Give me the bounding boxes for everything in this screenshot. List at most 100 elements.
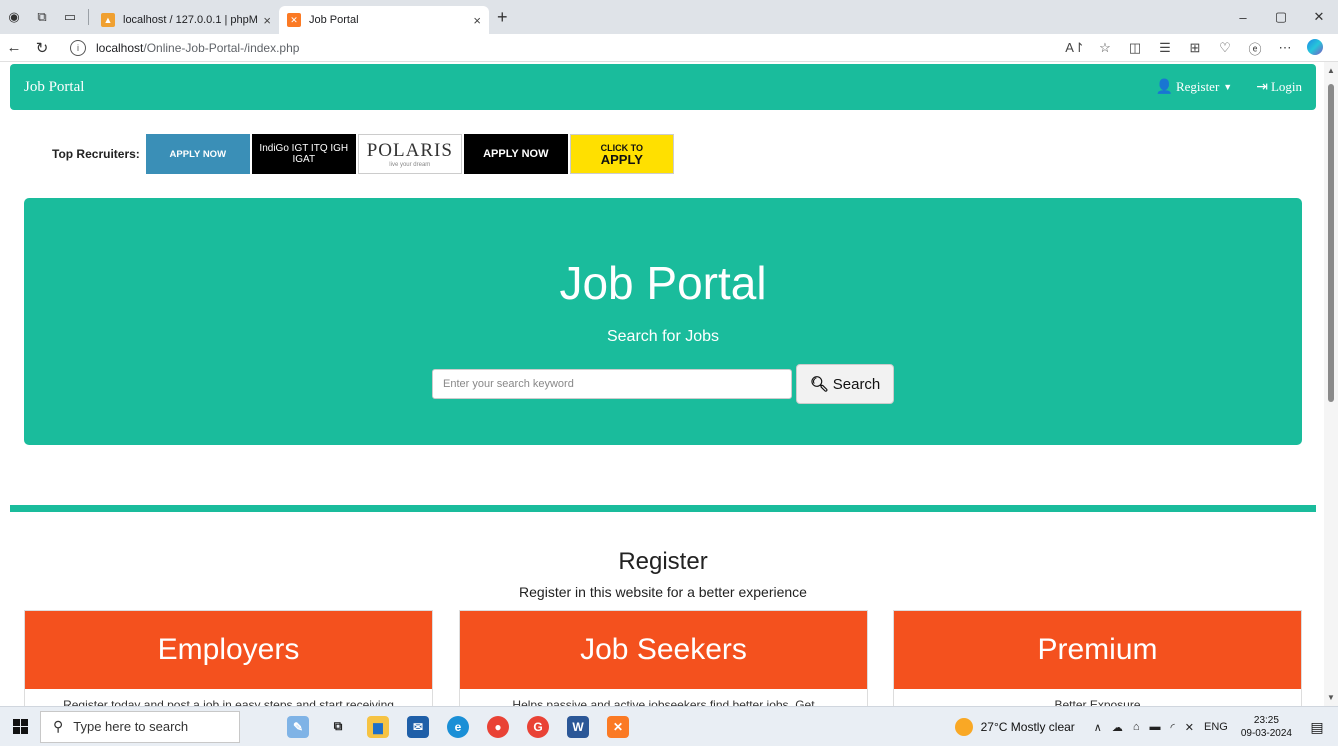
hero-title: Job Portal: [559, 257, 767, 309]
card-heading: Employers: [25, 611, 432, 689]
weather-text: 27°C Mostly clear: [980, 720, 1075, 734]
recruiter-ad-1[interactable]: APPLY NOW: [145, 134, 250, 174]
card-heading: Premium: [894, 611, 1301, 689]
tab-close-icon[interactable]: ×: [473, 13, 481, 28]
notification-icon[interactable]: ▤: [1304, 719, 1330, 736]
card-heading: Job Seekers: [460, 611, 867, 689]
card-text: Better Exposure: [1054, 698, 1141, 706]
chrome-icon[interactable]: ●: [480, 709, 516, 745]
page-scrollbar[interactable]: ▲ ▼: [1324, 62, 1338, 706]
onedrive-icon[interactable]: ☁: [1112, 721, 1123, 734]
weather-icon: [954, 718, 973, 736]
tab-phpmyadmin[interactable]: ▲ localhost / 127.0.0.1 | phpMyAdm ×: [93, 6, 279, 34]
site-navbar: Job Portal 👤 Register ▼ ⇥ Login: [10, 64, 1316, 110]
word-icon[interactable]: W: [560, 709, 596, 745]
tab-actions-icon[interactable]: ▭: [56, 0, 84, 34]
task-view-icon[interactable]: ⧉: [320, 709, 356, 745]
tab-separator: [88, 9, 89, 25]
recruiter-ad-indigo[interactable]: IndiGo IGT ITQ IGH IGAT: [251, 134, 356, 174]
xampp-icon: ✕: [287, 13, 301, 27]
navbar-right: 👤 Register ▼ ⇥ Login: [1132, 64, 1302, 110]
weather-widget[interactable]: 27°C Mostly clear: [954, 718, 1075, 736]
more-icon[interactable]: ⋯: [1270, 40, 1300, 56]
read-aloud-icon[interactable]: A↾: [1060, 40, 1090, 56]
collections-icon[interactable]: ⊞: [1180, 40, 1210, 56]
workspaces-icon[interactable]: ⧉: [28, 0, 56, 34]
ad-text: APPLY NOW: [169, 148, 227, 160]
browser-tab-strip: ◉ ⧉ ▭ ▲ localhost / 127.0.0.1 | phpMyAdm…: [0, 0, 1338, 34]
card-text: Register today and post a job in easy st…: [63, 698, 394, 706]
minimize-button[interactable]: –: [1224, 0, 1262, 34]
profile-icon[interactable]: ◉: [0, 0, 28, 34]
caret-down-icon: ▼: [1223, 82, 1233, 92]
window-controls: – ▢ ✕: [1224, 0, 1338, 34]
tab-close-icon[interactable]: ×: [263, 13, 271, 28]
scroll-down-icon[interactable]: ▼: [1327, 693, 1335, 702]
url-field[interactable]: i localhost/Online-Job-Portal-/index.php: [70, 37, 970, 59]
new-tab-button[interactable]: +: [497, 7, 508, 28]
taskbar-apps: ✎ ⧉ ▆ ✉ e ● G W ✕: [278, 709, 638, 745]
refresh-icon[interactable]: ↻: [28, 34, 56, 62]
start-button[interactable]: [0, 707, 40, 746]
network-icon[interactable]: ⌂: [1133, 721, 1140, 733]
card-text: Helps passive and active jobseekers find…: [512, 698, 815, 706]
premium-card[interactable]: Premium Better Exposure: [893, 610, 1302, 706]
edge-browser-icon[interactable]: e: [440, 709, 476, 745]
chrome-profile-icon[interactable]: G: [520, 709, 556, 745]
tray-overflow-icon[interactable]: ∧: [1094, 721, 1102, 734]
windows-logo-icon: [12, 719, 28, 734]
scroll-up-icon[interactable]: ▲: [1327, 66, 1335, 75]
close-window-button[interactable]: ✕: [1300, 0, 1338, 34]
polaris-logo-text: POLARIS: [366, 140, 453, 161]
copilot-icon[interactable]: [1300, 38, 1330, 58]
ad-text-bottom: APPLY: [600, 152, 643, 167]
top-recruiters: Top Recruiters: APPLY NOW IndiGo IGT ITQ…: [52, 134, 674, 174]
taskbar-search-placeholder: Type here to search: [73, 719, 189, 734]
language-indicator[interactable]: ENG: [1204, 721, 1228, 733]
user-icon: 👤: [1155, 79, 1173, 95]
taskbar-search[interactable]: ⚲ Type here to search: [40, 710, 240, 743]
navbar-brand[interactable]: Job Portal: [24, 79, 84, 96]
url-host: localhost: [96, 40, 144, 55]
favorite-star-icon[interactable]: ☆: [1090, 40, 1120, 56]
login-link[interactable]: ⇥ Login: [1256, 79, 1302, 96]
job-seekers-card[interactable]: Job Seekers Helps passive and active job…: [459, 610, 868, 706]
search-icon: 🔍︎: [809, 376, 829, 393]
volume-muted-icon[interactable]: ✕: [1185, 721, 1194, 734]
taskbar-widget-icon[interactable]: ✎: [280, 709, 316, 745]
split-screen-icon[interactable]: ◫: [1120, 40, 1150, 56]
register-dropdown[interactable]: 👤 Register ▼: [1156, 79, 1233, 96]
recruiter-ad-4[interactable]: APPLY NOW: [463, 134, 568, 174]
scrollbar-thumb[interactable]: [1328, 84, 1334, 402]
top-recruiters-label: Top Recruiters:: [52, 147, 140, 161]
wifi-icon[interactable]: ◜: [1171, 721, 1175, 734]
xampp-icon[interactable]: ✕: [600, 709, 636, 745]
taskbar-clock[interactable]: 23:25 09-03-2024: [1241, 714, 1292, 740]
search-button-label: Search: [832, 375, 881, 393]
site-info-icon[interactable]: i: [70, 39, 86, 56]
browser-essentials-icon[interactable]: ♡: [1210, 40, 1240, 56]
search-button[interactable]: 🔍︎ Search: [796, 364, 894, 404]
file-explorer-icon[interactable]: ▆: [360, 709, 396, 745]
recruiter-ad-polaris[interactable]: POLARIS live your dream: [357, 134, 462, 174]
tab-title: localhost / 127.0.0.1 | phpMyAdm: [123, 14, 258, 26]
search-input[interactable]: [432, 369, 792, 399]
browser-toolbar: A↾ ☆ ◫ ☰ ⊞ ♡ ⓔ ⋯: [1060, 34, 1330, 62]
edge-icon[interactable]: ⓔ: [1240, 39, 1270, 58]
favorites-icon[interactable]: ☰: [1150, 40, 1180, 56]
ad-text: APPLY NOW: [483, 148, 549, 160]
register-section-title: Register: [618, 548, 708, 575]
polaris-tagline: live your dream: [389, 162, 431, 168]
battery-icon[interactable]: ▬: [1150, 721, 1161, 733]
back-icon[interactable]: ←: [0, 34, 28, 62]
hero-subtitle: Search for Jobs: [606, 328, 720, 345]
register-section-subtitle: Register in this website for a better ex…: [519, 584, 807, 600]
recruiter-ad-5[interactable]: CLICK TO APPLY: [569, 134, 674, 174]
clock-date: 09-03-2024: [1240, 728, 1292, 739]
maximize-button[interactable]: ▢: [1262, 0, 1300, 34]
employers-card[interactable]: Employers Register today and post a job …: [24, 610, 433, 706]
tab-job-portal[interactable]: ✕ Job Portal ×: [279, 6, 489, 34]
ad-text: IndiGo IGT ITQ IGH IGAT: [259, 143, 349, 165]
page-viewport: Job Portal 👤 Register ▼ ⇥ Login Top Recr…: [0, 62, 1338, 706]
mail-icon[interactable]: ✉: [400, 709, 436, 745]
